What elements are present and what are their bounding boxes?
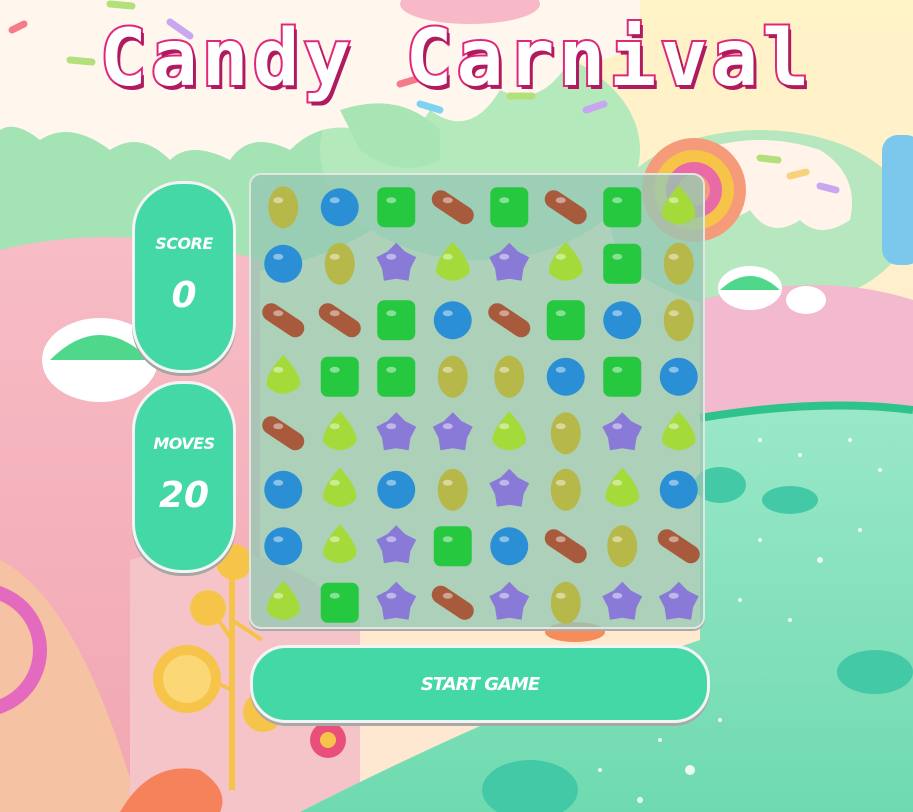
lime-candy[interactable] [266,580,300,620]
brown-candy[interactable] [431,585,474,620]
blue-candy[interactable] [546,357,585,396]
olive-candy[interactable] [550,581,581,624]
lime-candy[interactable] [436,241,470,281]
purple-candy[interactable] [602,581,643,620]
purple-candy[interactable] [376,525,417,564]
game-board [249,173,705,629]
olive-candy[interactable] [494,355,525,398]
moves-label: MOVES [153,434,215,453]
purple-candy[interactable] [489,581,530,620]
game-title: Candy Carnival [98,12,814,106]
brown-candy[interactable] [544,529,587,564]
purple-candy[interactable] [432,412,473,451]
blue-candy[interactable] [264,470,303,509]
olive-candy[interactable] [663,299,694,342]
score-panel: SCORE 0 [132,181,236,373]
start-game-button[interactable]: START GAME [250,645,710,723]
candy-grid [262,185,700,624]
green-candy[interactable] [490,187,529,228]
purple-candy[interactable] [489,242,530,281]
blue-candy[interactable] [264,244,303,283]
olive-candy[interactable] [437,355,468,398]
lime-candy[interactable] [323,411,357,451]
brown-candy[interactable] [262,416,305,451]
brown-candy[interactable] [262,303,305,338]
brown-candy[interactable] [431,190,474,225]
olive-candy[interactable] [607,525,638,568]
green-candy[interactable] [320,582,359,623]
green-candy[interactable] [320,356,359,397]
lime-candy[interactable] [662,411,696,451]
purple-candy[interactable] [489,468,530,507]
lime-candy[interactable] [605,467,639,507]
green-candy[interactable] [603,187,642,228]
moves-value: 20 [158,475,210,516]
moves-panel: MOVES 20 [132,381,236,573]
olive-candy[interactable] [324,242,355,285]
blue-candy[interactable] [659,357,698,396]
blue-candy[interactable] [264,527,303,566]
blue-candy[interactable] [433,301,472,340]
olive-candy[interactable] [437,468,468,511]
lime-candy[interactable] [662,185,696,225]
lime-candy[interactable] [323,467,357,507]
blue-candy[interactable] [603,301,642,340]
green-candy[interactable] [377,187,416,228]
purple-candy[interactable] [376,412,417,451]
blue-candy[interactable] [320,188,359,227]
green-candy[interactable] [377,300,416,341]
purple-candy[interactable] [376,242,417,281]
lime-candy[interactable] [492,411,526,451]
green-candy[interactable] [603,243,642,284]
purple-candy[interactable] [602,412,643,451]
olive-candy[interactable] [268,186,299,229]
score-label: SCORE [155,234,213,253]
lime-candy[interactable] [323,524,357,564]
purple-candy[interactable] [376,581,417,620]
green-candy[interactable] [433,526,472,567]
blue-candy[interactable] [659,470,698,509]
lime-candy[interactable] [266,354,300,394]
olive-candy[interactable] [550,412,581,455]
olive-candy[interactable] [663,242,694,285]
green-candy[interactable] [377,356,416,397]
green-candy[interactable] [603,356,642,397]
blue-candy[interactable] [377,470,416,509]
purple-candy[interactable] [658,581,699,620]
lime-candy[interactable] [549,241,583,281]
green-candy[interactable] [546,300,585,341]
brown-candy[interactable] [544,190,587,225]
brown-candy[interactable] [488,303,531,338]
olive-candy[interactable] [550,468,581,511]
blue-candy[interactable] [490,527,529,566]
brown-candy[interactable] [657,529,700,564]
brown-candy[interactable] [318,303,361,338]
score-value: 0 [171,275,197,316]
